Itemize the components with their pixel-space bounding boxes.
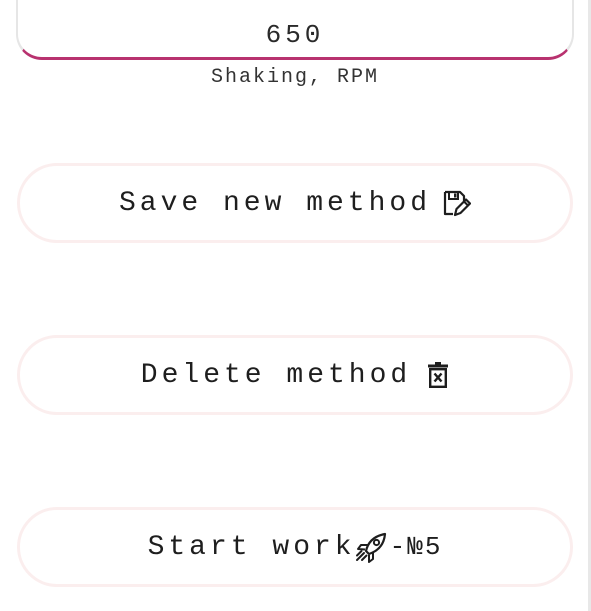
delete-method-button[interactable]: Delete method bbox=[17, 335, 573, 415]
start-work-number: -№5 bbox=[389, 532, 443, 562]
rocket-icon bbox=[354, 531, 388, 563]
save-new-method-button[interactable]: Save new method bbox=[17, 163, 573, 243]
start-work-button[interactable]: Start work -№5 bbox=[17, 507, 573, 587]
save-new-method-label: Save new method bbox=[118, 187, 432, 219]
shaking-rpm-label: Shaking, RPM bbox=[210, 66, 380, 89]
start-work-label: Start work bbox=[147, 531, 356, 563]
trash-icon bbox=[427, 361, 449, 389]
delete-method-label: Delete method bbox=[140, 359, 412, 391]
floppy-pencil-icon bbox=[441, 188, 472, 218]
shaking-rpm-value[interactable]: 650 bbox=[16, 20, 574, 50]
